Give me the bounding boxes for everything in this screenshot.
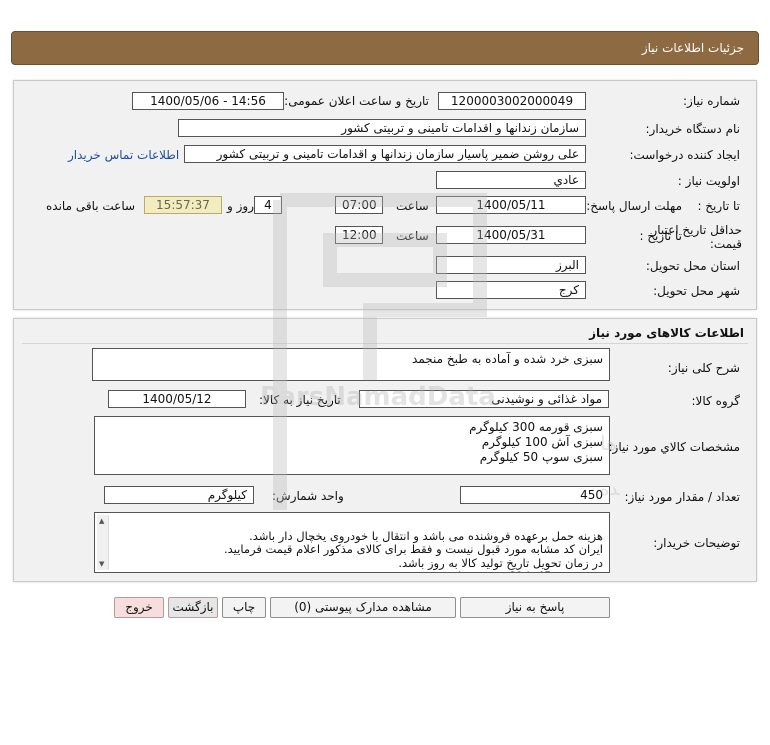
validity-time-field: 12:00 bbox=[335, 226, 383, 244]
general-desc-label: شرح کلی نیاز: bbox=[667, 361, 740, 375]
deadline-date-field: 1400/05/11 bbox=[436, 196, 586, 214]
buyer-notes-label: توضیحات خریدار: bbox=[653, 536, 740, 550]
goods-panel: اطلاعات کالاهای مورد نیاز شرح کلی نیاز: … bbox=[13, 318, 757, 582]
validity-to-date-label: تا تاریخ : bbox=[639, 229, 682, 243]
deadline-label: مهلت ارسال پاسخ: bbox=[586, 199, 682, 213]
need-info-panel: شماره نیاز: 1200003002000049 تاریخ و ساع… bbox=[13, 80, 757, 310]
group-field: مواد غذائی و نوشیدنی bbox=[359, 390, 609, 408]
creator-field: علی روشن ضمیر پاسیار سازمان زندانها و اق… bbox=[184, 145, 586, 163]
qty-label: تعداد / مقدار مورد نیاز: bbox=[624, 490, 740, 504]
scroll-down-icon[interactable]: ▼ bbox=[99, 560, 104, 568]
need-number-label: شماره نیاز: bbox=[683, 94, 740, 108]
specs-label: مشخصات کالاي مورد نیاز: bbox=[608, 440, 740, 454]
buyer-notes-textarea[interactable]: هزینه حمل برعهده فروشنده می باشد و انتقا… bbox=[94, 512, 610, 573]
need-number-field: 1200003002000049 bbox=[438, 92, 586, 110]
attachments-button[interactable]: مشاهده مدارک پیوستی (0) bbox=[270, 597, 456, 618]
need-date-label: تاریخ نیاز به کالا: bbox=[259, 393, 341, 407]
notes-scrollbar[interactable]: ▲ ▼ bbox=[97, 515, 109, 570]
remaining-label: ساعت باقی مانده bbox=[46, 199, 136, 213]
qty-value: 450 bbox=[580, 488, 603, 502]
page-title: جزئیات اطلاعات نیاز bbox=[641, 41, 744, 55]
province-field: البرز bbox=[436, 256, 586, 274]
qty-field: 450 bbox=[460, 486, 610, 504]
validity-date-field: 1400/05/31 bbox=[436, 226, 586, 244]
announce-field: 1400/05/06 - 14:56 bbox=[132, 92, 284, 110]
contact-buyer-link[interactable]: اطلاعات تماس خریدار bbox=[68, 148, 179, 162]
unit-label: واحد شمارش: bbox=[272, 489, 344, 503]
goods-section-title: اطلاعات کالاهای مورد نیاز bbox=[589, 326, 744, 340]
validity-time-label: ساعت bbox=[396, 229, 429, 243]
buyer-notes-text: هزینه حمل برعهده فروشنده می باشد و انتقا… bbox=[223, 528, 603, 572]
buyer-org-label: نام دستگاه خریدار: bbox=[645, 122, 741, 136]
deadline-time-label: ساعت bbox=[396, 199, 429, 213]
section-divider bbox=[22, 343, 748, 344]
group-label: گروه کالا: bbox=[691, 394, 741, 408]
deadline-time-field: 07:00 bbox=[335, 196, 383, 214]
remaining-time-badge: 15:57:37 bbox=[144, 196, 222, 214]
province-label: استان محل تحویل: bbox=[645, 259, 740, 273]
scroll-up-icon[interactable]: ▲ bbox=[99, 517, 104, 525]
city-label: شهر محل تحویل: bbox=[653, 284, 740, 298]
general-desc-field: سبزی خرد شده و آماده به طبخ منجمد bbox=[92, 348, 610, 381]
days-field: 4 bbox=[254, 196, 282, 214]
page-header: جزئیات اطلاعات نیاز bbox=[11, 31, 759, 65]
announce-label: تاریخ و ساعت اعلان عمومی: bbox=[284, 94, 429, 108]
creator-label: ایجاد کننده درخواست: bbox=[629, 148, 740, 162]
priority-field: عادي bbox=[436, 171, 586, 189]
specs-field: سبزی قورمه 300 کیلوگرم سبزی آش 100 کیلوگ… bbox=[94, 416, 610, 475]
need-date-field: 1400/05/12 bbox=[108, 390, 246, 408]
validity-label-line2: قیمت: bbox=[709, 237, 742, 251]
exit-button[interactable]: خروج bbox=[114, 597, 164, 618]
deadline-to-date-label: تا تاریخ : bbox=[697, 199, 740, 213]
back-button[interactable]: بازگشت bbox=[168, 597, 218, 618]
days-label: روز و bbox=[227, 199, 254, 213]
unit-field: کیلوگرم bbox=[104, 486, 254, 504]
reply-button[interactable]: پاسخ به نیاز bbox=[460, 597, 610, 618]
city-field: کرج bbox=[436, 281, 586, 299]
priority-label: اولویت نیاز : bbox=[677, 174, 740, 188]
print-button[interactable]: چاپ bbox=[222, 597, 266, 618]
buyer-org-field: سازمان زندانها و اقدامات تامینی و تربیتی… bbox=[178, 119, 586, 137]
